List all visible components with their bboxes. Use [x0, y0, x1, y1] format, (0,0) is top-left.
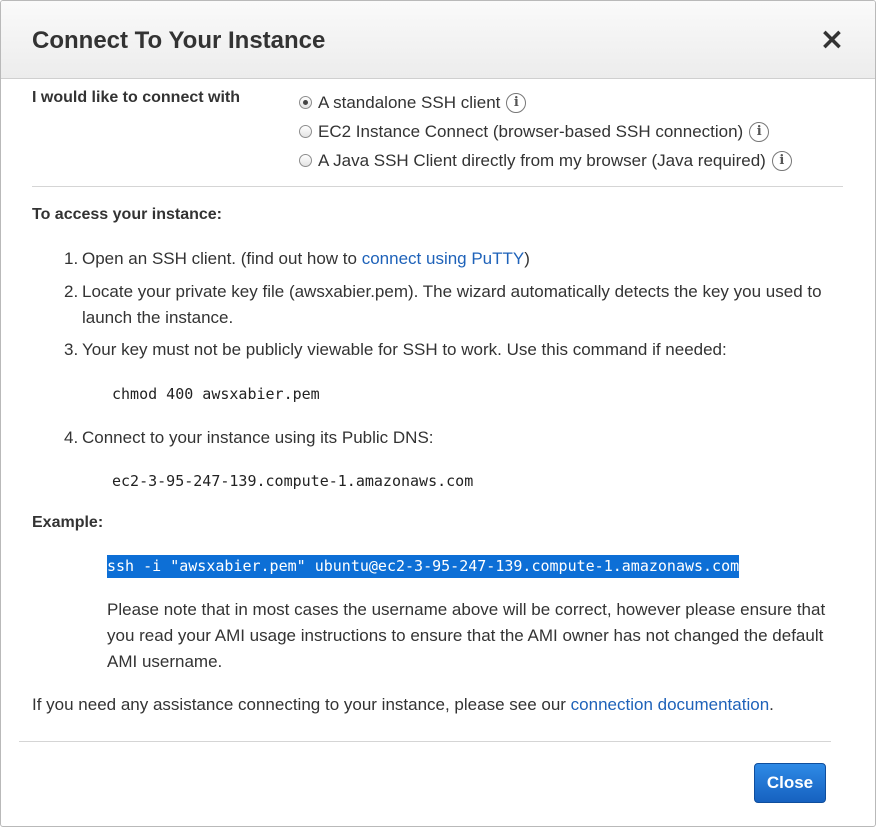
connect-method-row: I would like to connect with A standalon… [32, 78, 843, 187]
access-section-title: To access your instance: [32, 206, 222, 223]
connect-method-label: I would like to connect with [32, 89, 241, 106]
dialog-title: Connect To Your Instance [32, 27, 326, 54]
close-button[interactable]: Close [754, 763, 826, 803]
info-icon[interactable]: i [506, 92, 527, 113]
step-text: Connect to your instance using its Publi… [82, 428, 434, 447]
access-step-4: 4. Connect to your instance using its Pu… [64, 425, 849, 451]
public-dns-value: ec2-3-95-247-139.compute-1.amazonaws.com [112, 472, 474, 490]
radio-label: EC2 Instance Connect (browser-based SSH … [318, 121, 744, 141]
info-icon[interactable]: i [749, 121, 770, 142]
example-section-title: Example: [32, 514, 104, 531]
access-step-1: 1. Open an SSH client. (find out how to … [64, 246, 849, 272]
close-icon[interactable]: × [817, 25, 847, 55]
radio-button[interactable] [299, 154, 312, 167]
radio-option-java-ssh[interactable]: A Java SSH Client directly from my brows… [299, 146, 792, 175]
step-text: Your key must not be publicly viewable f… [82, 340, 727, 359]
radio-label: A Java SSH Client directly from my brows… [318, 150, 766, 170]
step-text-after: ) [524, 249, 530, 268]
radio-option-standalone-ssh[interactable]: A standalone SSH client i [299, 88, 792, 117]
step-number: 2. [64, 282, 79, 301]
connect-dialog: Connect To Your Instance × I would like … [0, 0, 876, 827]
radio-button[interactable] [299, 125, 312, 138]
footer-divider [19, 741, 831, 742]
assistance-text: If you need any assistance connecting to… [32, 695, 774, 715]
radio-option-ec2-instance-connect[interactable]: EC2 Instance Connect (browser-based SSH … [299, 117, 792, 146]
access-step-2: 2. Locate your private key file (awsxabi… [64, 279, 849, 331]
step-number: 3. [64, 340, 79, 359]
chmod-command: chmod 400 awsxabier.pem [112, 385, 320, 403]
connect-using-putty-link[interactable]: connect using PuTTY [362, 249, 525, 268]
step-text: Locate your private key file (awsxabier.… [82, 282, 822, 327]
assistance-text-after: . [769, 695, 774, 714]
radio-label: A standalone SSH client [318, 92, 501, 112]
example-ssh-command[interactable]: ssh -i "awsxabier.pem" ubuntu@ec2-3-95-2… [107, 555, 740, 578]
step-text: Open an SSH client. (find out how to [82, 249, 362, 268]
username-note: Please note that in most cases the usern… [107, 600, 826, 671]
connect-method-radio-group: A standalone SSH client i EC2 Instance C… [299, 88, 792, 175]
step-number: 1. [64, 249, 79, 268]
access-step-3: 3. Your key must not be publicly viewabl… [64, 337, 849, 363]
connection-documentation-link[interactable]: connection documentation [571, 695, 769, 714]
info-icon[interactable]: i [771, 150, 792, 171]
assistance-text-before: If you need any assistance connecting to… [32, 695, 571, 714]
dialog-header: Connect To Your Instance × [1, 1, 875, 79]
dialog-body: I would like to connect with A standalon… [32, 78, 843, 714]
step-number: 4. [64, 428, 79, 447]
radio-button-checked[interactable] [299, 96, 312, 109]
